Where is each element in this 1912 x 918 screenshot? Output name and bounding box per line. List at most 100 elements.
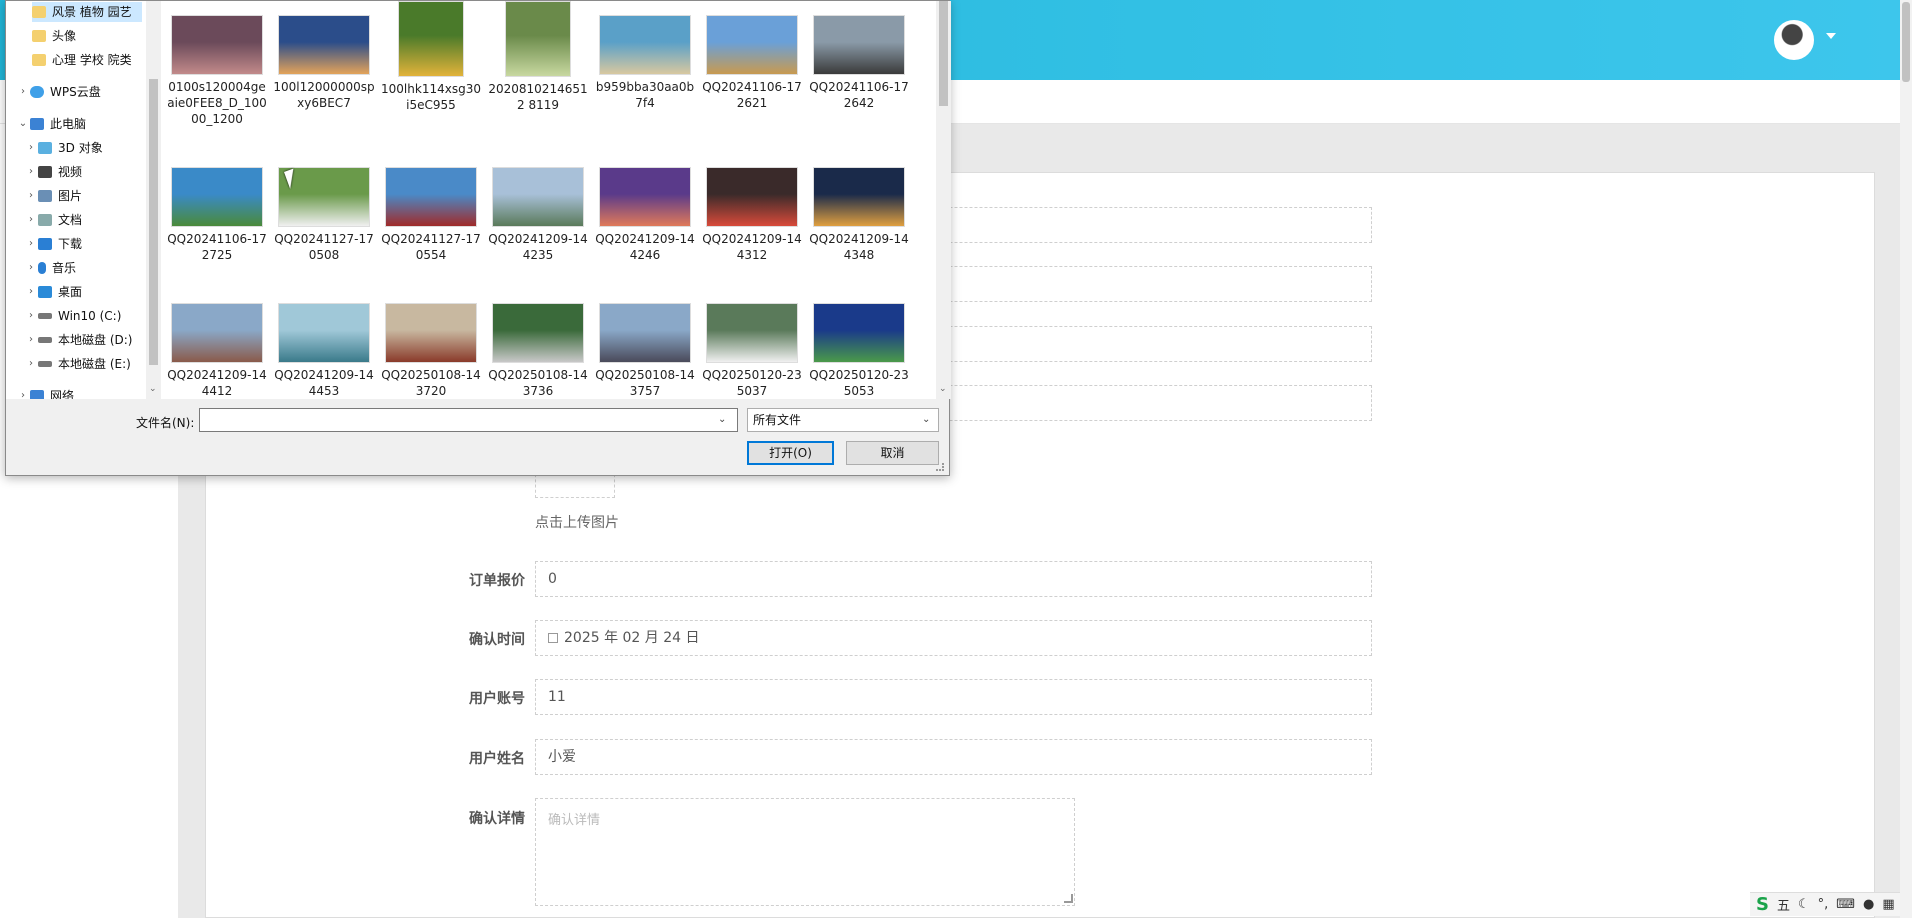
image-thumbnail bbox=[492, 303, 584, 363]
file-name: QQ20241127-170508 bbox=[274, 232, 374, 262]
file-item[interactable]: QQ20241106-172725 bbox=[166, 167, 268, 263]
nav-scrollbar-thumb[interactable] bbox=[149, 79, 158, 365]
file-grid: 0100s120004geaie0FEE8_D_10000_1200 100l12… bbox=[166, 1, 936, 399]
details-textarea[interactable]: 确认详情 bbox=[535, 798, 1075, 906]
nav-item[interactable]: › 3D 对象 bbox=[24, 138, 146, 158]
filename-input[interactable] bbox=[199, 408, 738, 432]
file-item[interactable]: 0100s120004geaie0FEE8_D_10000_1200 bbox=[166, 15, 268, 127]
nav-item[interactable]: › 图片 bbox=[24, 186, 146, 206]
image-thumbnail bbox=[706, 303, 798, 363]
nav-item[interactable]: › 下载 bbox=[24, 234, 146, 254]
file-item[interactable]: QQ20241106-172621 bbox=[701, 15, 803, 111]
file-item[interactable]: QQ20241127-170554 bbox=[380, 167, 482, 263]
nav-item[interactable]: 头像 bbox=[32, 26, 142, 46]
chevron-right-icon[interactable]: › bbox=[24, 234, 38, 254]
sogou-logo-icon[interactable]: S bbox=[1756, 894, 1769, 915]
file-name: QQ20241209-144312 bbox=[702, 232, 802, 262]
file-item[interactable]: 100l12000000spxy6BEC7 bbox=[273, 15, 375, 111]
user-icon[interactable]: ● bbox=[1863, 897, 1874, 912]
file-item[interactable]: QQ20250108-143736 bbox=[487, 303, 589, 399]
image-thumbnail bbox=[706, 167, 798, 227]
chevron-right-icon[interactable]: › bbox=[24, 282, 38, 302]
file-item[interactable]: QQ20250120-235037 bbox=[701, 303, 803, 399]
ime-mode[interactable]: 五 bbox=[1777, 895, 1790, 914]
resize-grip-icon[interactable] bbox=[936, 463, 944, 471]
nav-item[interactable]: 心理 学校 院类 bbox=[32, 50, 142, 70]
chevron-right-icon[interactable]: › bbox=[24, 162, 38, 182]
file-item[interactable]: 100lhk114xsg30i5eC955 bbox=[380, 1, 482, 113]
file-open-dialog: 风景 植物 园艺 头像 心理 学校 院类 › WPS云盘 ⌄ 此电脑 › 3D 对象 › 视频 › 图片… bbox=[5, 0, 951, 476]
documents-icon bbox=[38, 214, 52, 226]
file-item[interactable]: QQ20241209-144235 bbox=[487, 167, 589, 263]
chevron-right-icon[interactable]: › bbox=[16, 82, 30, 102]
file-item[interactable]: QQ20241209-144246 bbox=[594, 167, 696, 263]
image-thumbnail bbox=[599, 167, 691, 227]
chevron-down-icon[interactable]: ⌄ bbox=[16, 114, 30, 134]
page-scrollbar-thumb[interactable] bbox=[1902, 2, 1910, 82]
file-item[interactable]: QQ20250108-143720 bbox=[380, 303, 482, 399]
file-item[interactable]: QQ20250108-143757 bbox=[594, 303, 696, 399]
nav-item[interactable]: › Win10 (C:) bbox=[24, 306, 146, 326]
filename-label: 文件名(N): bbox=[136, 416, 195, 430]
file-item[interactable]: QQ20250120-235053 bbox=[808, 303, 910, 399]
nav-item[interactable]: ⌄ 此电脑 bbox=[16, 114, 146, 134]
file-item[interactable]: b959bba30aa0b7f4 bbox=[594, 15, 696, 111]
chevron-right-icon[interactable]: › bbox=[24, 138, 38, 158]
file-item[interactable]: 20208102146512 8119 bbox=[487, 1, 589, 113]
nav-item[interactable]: › 视频 bbox=[24, 162, 146, 182]
nav-item-label: 此电脑 bbox=[50, 117, 87, 131]
confirm-time-label: 确认时间 bbox=[469, 632, 525, 648]
chevron-right-icon[interactable]: › bbox=[16, 386, 30, 399]
keyboard-icon[interactable]: ⌨ bbox=[1836, 897, 1855, 912]
page-scrollbar[interactable] bbox=[1900, 0, 1912, 918]
file-item[interactable]: QQ20241209-144312 bbox=[701, 167, 803, 263]
nav-item[interactable]: 风景 植物 园艺 bbox=[32, 2, 142, 22]
chevron-right-icon[interactable]: › bbox=[24, 186, 38, 206]
chevron-down-icon[interactable]: ⌄ bbox=[939, 384, 947, 394]
user-name-input[interactable]: 小爱 bbox=[535, 739, 1372, 775]
nav-item-label: 视频 bbox=[58, 165, 83, 179]
chevron-right-icon[interactable]: › bbox=[24, 354, 38, 374]
chevron-down-icon[interactable]: ⌄ bbox=[718, 414, 726, 425]
file-scrollbar-thumb[interactable] bbox=[939, 1, 948, 106]
file-name: QQ20241209-144348 bbox=[809, 232, 909, 262]
nav-item-label: 风景 植物 园艺 bbox=[52, 5, 132, 19]
file-name: QQ20250108-143736 bbox=[488, 368, 588, 398]
moon-icon[interactable]: ☾ bbox=[1798, 897, 1810, 912]
drive-icon bbox=[38, 361, 52, 367]
chevron-right-icon[interactable]: › bbox=[24, 330, 38, 350]
file-item[interactable]: QQ20241106-172642 bbox=[808, 15, 910, 111]
nav-item-label: WPS云盘 bbox=[50, 85, 101, 99]
navigation-pane: 风景 植物 园艺 头像 心理 学校 院类 › WPS云盘 ⌄ 此电脑 › 3D 对象 › 视频 › 图片… bbox=[6, 1, 161, 399]
nav-item[interactable]: › WPS云盘 bbox=[16, 82, 146, 102]
cancel-button[interactable]: 取消 bbox=[846, 441, 939, 465]
file-type-select[interactable]: 所有文件 bbox=[747, 408, 939, 432]
chevron-right-icon[interactable]: › bbox=[24, 306, 38, 326]
image-thumbnail bbox=[813, 15, 905, 75]
user-avatar[interactable] bbox=[1774, 20, 1814, 60]
nav-item[interactable]: › 音乐 bbox=[24, 258, 146, 278]
chevron-right-icon[interactable]: › bbox=[24, 210, 38, 230]
resize-grip-icon[interactable] bbox=[1064, 894, 1073, 903]
nav-item[interactable]: › 桌面 bbox=[24, 282, 146, 302]
user-account-input[interactable]: 11 bbox=[535, 679, 1372, 715]
price-input[interactable]: 0 bbox=[535, 561, 1372, 597]
punctuation-icon[interactable]: °, bbox=[1818, 897, 1829, 912]
file-item[interactable]: QQ20241209-144453 bbox=[273, 303, 375, 399]
grid-icon[interactable]: ▦ bbox=[1882, 897, 1894, 912]
nav-item[interactable]: › 网络 bbox=[16, 386, 146, 399]
nav-item[interactable]: › 文档 bbox=[24, 210, 146, 230]
chevron-down-icon[interactable]: ⌄ bbox=[922, 414, 930, 425]
chevron-right-icon[interactable]: › bbox=[24, 258, 38, 278]
nav-item[interactable]: › 本地磁盘 (E:) bbox=[24, 354, 146, 374]
file-item[interactable]: QQ20241209-144348 bbox=[808, 167, 910, 263]
nav-item[interactable]: › 本地磁盘 (D:) bbox=[24, 330, 146, 350]
open-button[interactable]: 打开(O) bbox=[747, 441, 834, 465]
file-item[interactable]: QQ20241209-144412 bbox=[166, 303, 268, 399]
network-icon bbox=[30, 390, 44, 399]
chevron-down-icon[interactable] bbox=[1826, 33, 1836, 39]
calendar-icon bbox=[548, 633, 558, 643]
chevron-down-icon[interactable]: ⌄ bbox=[149, 384, 157, 394]
confirm-time-input[interactable]: 2025 年 02 月 24 日 bbox=[535, 620, 1372, 656]
nav-item-label: 文档 bbox=[58, 213, 83, 227]
